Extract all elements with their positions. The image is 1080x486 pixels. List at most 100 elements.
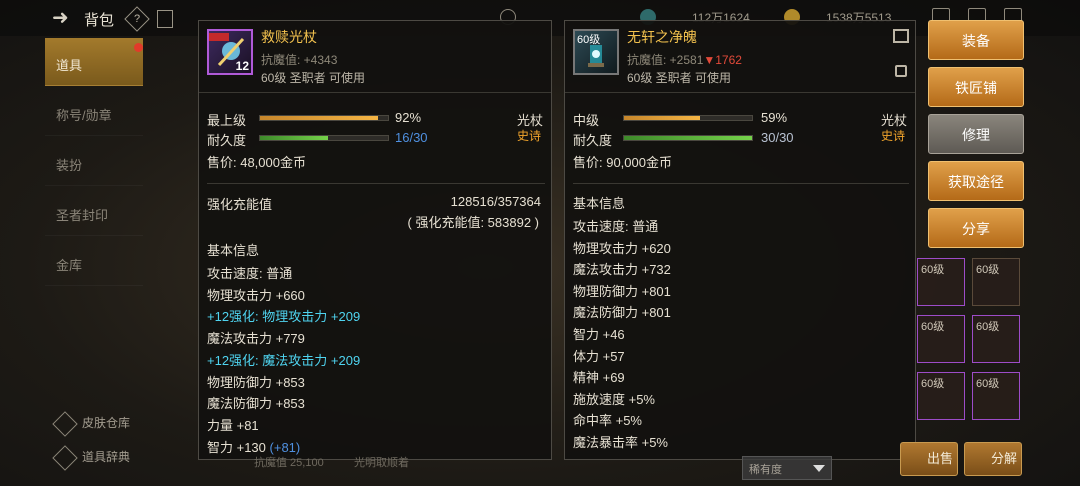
grade-percent: 92% [395, 110, 422, 125]
dictionary-icon [52, 445, 78, 471]
stat-line: 物理防御力 +801 [573, 283, 671, 299]
sidebar-item-avatar[interactable]: 装扮 [45, 138, 143, 186]
amp-value: 128516/357364 [450, 194, 541, 209]
share-button[interactable]: 分享 [928, 208, 1024, 248]
stat-bonus: (+81) [269, 440, 301, 455]
rarity: 史诗 [881, 129, 906, 143]
item-level: 60级 [577, 34, 601, 46]
enhance-level: 12 [235, 59, 249, 73]
repair-button[interactable]: 修理 [928, 114, 1024, 154]
sidebar-item-label: 称号/勋章 [56, 108, 112, 123]
slot-level: 60级 [976, 264, 1000, 276]
stat-line: 精神 +69 [573, 370, 625, 386]
grade-label: 最上级 [207, 113, 247, 128]
inventory-slot[interactable]: 60级 [917, 315, 965, 363]
durability-value: 30/30 [761, 130, 794, 145]
inventory-slot[interactable]: 60级 [972, 315, 1020, 363]
stat-int: 智力 +130 [207, 440, 266, 455]
item-dictionary-link[interactable]: 道具辞典 [52, 445, 130, 471]
stat-line: 力量 +81 [207, 417, 259, 433]
item-name: 救赎光杖 [261, 29, 317, 45]
resist-diff: ▼1762 [703, 53, 742, 67]
blacksmith-button[interactable]: 铁匠铺 [928, 67, 1024, 107]
rarity-filter-select[interactable]: 稀有度 [742, 456, 832, 480]
sidebar-item-label: 金库 [56, 258, 83, 273]
sell-label: 出售 [927, 451, 954, 466]
slot-level: 60级 [976, 321, 1000, 333]
durability-value: 16/30 [395, 130, 428, 145]
stat-line: 魔法暴击率 +5% [573, 435, 668, 450]
sidebar-item-vault[interactable]: 金库 [45, 238, 143, 286]
stat-line: 物理防御力 +853 [207, 374, 305, 390]
durability-label: 耐久度 [573, 133, 613, 148]
sell-button[interactable]: 出售 [900, 442, 958, 476]
equip-button[interactable]: 装备 [928, 20, 1024, 60]
item-name: 无轩之净魄 [627, 29, 697, 45]
stat-line: 魔法攻击力 +779 [207, 331, 305, 347]
basic-info-title: 基本信息 [207, 243, 260, 258]
grade-bar [623, 115, 753, 121]
durability-bar [259, 135, 389, 141]
skin-storage-link[interactable]: 皮肤仓库 [52, 411, 131, 437]
stat-line: 攻击速度: 普通 [573, 219, 659, 234]
sidebar-item-seal[interactable]: 圣者封印 [45, 188, 143, 236]
stat-line: 体力 +57 [573, 348, 625, 364]
item-header: 12 救赎光杖 抗魔值: +4343 60级 圣职者 可使用 [199, 21, 551, 93]
slot-level: 60级 [921, 264, 945, 276]
stat-line: +12强化: 魔法攻击力 +209 [207, 352, 361, 368]
stat-line: 魔法防御力 +853 [207, 396, 305, 412]
requirement: 60级 圣职者 可使用 [261, 71, 366, 85]
help-icon[interactable]: ? [124, 6, 150, 32]
stat-line: 魔法攻击力 +732 [573, 262, 671, 278]
item-tooltip-left: 12 救赎光杖 抗魔值: +4343 60级 圣职者 可使用 最上级 92% 光… [198, 20, 552, 460]
sidebar-item-label: 道具 [56, 58, 83, 73]
grade-percent: 59% [761, 110, 788, 125]
stat-line: 智力 +46 [573, 327, 625, 342]
stat-line: 魔法防御力 +801 [573, 305, 671, 321]
sell-price: 售价: 90,000金币 [573, 155, 672, 170]
inventory-slot[interactable]: 60级 [917, 258, 965, 306]
sidebar-item-titles[interactable]: 称号/勋章 [45, 88, 143, 136]
staff-icon: 12 [207, 29, 253, 75]
obtain-button[interactable]: 获取途径 [928, 161, 1024, 201]
chevron-down-icon [813, 465, 825, 472]
item-tooltip-right: 60级 无轩之净魄 抗魔值: +2581▼1762 60级 圣职者 可使用 中级… [564, 20, 916, 460]
requirement: 60级 圣职者 可使用 [627, 71, 732, 85]
stat-line: 物理攻击力 +660 [207, 287, 305, 303]
stat-line: 施放速度 +5% [573, 391, 655, 407]
page-title: 背包 [84, 12, 115, 29]
inventory-slot[interactable]: 60级 [972, 258, 1020, 306]
grade-bar [259, 115, 389, 121]
resist-value: 抗魔值: +4343 [261, 53, 338, 67]
inventory-slot[interactable]: 60级 [972, 372, 1020, 420]
slot-level: 60级 [921, 378, 945, 390]
stat-line: 攻击速度: 普通 [207, 266, 293, 281]
export-icon[interactable] [893, 29, 909, 43]
disassemble-button[interactable]: 分解 [964, 442, 1022, 476]
grade-label: 中级 [573, 113, 600, 128]
sidebar: 道具 称号/勋章 装扮 圣者封印 金库 皮肤仓库 道具辞典 [0, 36, 190, 486]
sidebar-item-label: 装扮 [56, 158, 83, 173]
wardrobe-icon [52, 411, 78, 437]
basic-info-title: 基本信息 [573, 196, 626, 211]
skin-storage-label: 皮肤仓库 [82, 416, 131, 430]
filter-label: 稀有度 [749, 464, 782, 476]
sidebar-item-label: 圣者封印 [56, 208, 109, 223]
lantern-icon: 60级 [573, 29, 619, 75]
lock-icon[interactable] [895, 65, 907, 77]
rarity: 史诗 [517, 129, 542, 143]
notification-dot [134, 43, 143, 52]
background-desc-text: 光明取顺着 [354, 457, 409, 469]
inventory-slot[interactable]: 60级 [917, 372, 965, 420]
item-header: 60级 无轩之净魄 抗魔值: +2581▼1762 60级 圣职者 可使用 [565, 21, 915, 93]
book-icon[interactable] [157, 10, 173, 28]
slot-level: 60级 [976, 378, 1000, 390]
sell-price: 售价: 48,000金币 [207, 155, 306, 170]
divider [573, 183, 909, 184]
background-resist-text: 抗魔值 25,100 [254, 457, 324, 469]
sidebar-item-items[interactable]: 道具 [45, 38, 143, 86]
slot-level: 60级 [921, 321, 945, 333]
durability-bar [623, 135, 753, 141]
resist-value: 抗魔值: +2581▼1762 [627, 51, 742, 68]
back-arrow-icon[interactable]: ➜ [52, 8, 76, 28]
